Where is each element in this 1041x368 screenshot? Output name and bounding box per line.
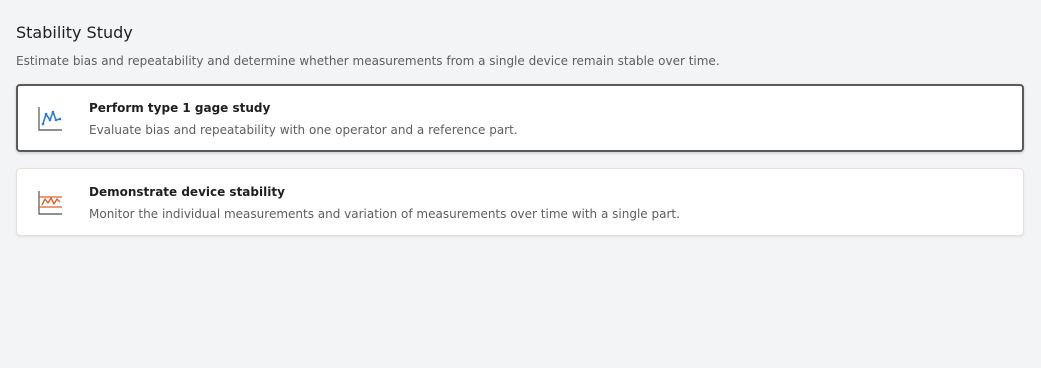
card-device-stability[interactable]: Demonstrate device stability Monitor the…: [16, 168, 1024, 236]
card-description: Evaluate bias and repeatability with one…: [89, 123, 518, 137]
card-title: Perform type 1 gage study: [89, 101, 271, 115]
control-chart-icon: [37, 190, 63, 216]
card-type1-gage-study[interactable]: Perform type 1 gage study Evaluate bias …: [16, 84, 1024, 152]
card-description: Monitor the individual measurements and …: [89, 207, 680, 221]
stability-study-page: Stability Study Estimate bias and repeat…: [0, 0, 1041, 368]
page-subtitle: Estimate bias and repeatability and dete…: [16, 54, 720, 68]
run-chart-icon: [37, 106, 63, 132]
page-title: Stability Study: [16, 23, 133, 42]
card-title: Demonstrate device stability: [89, 185, 285, 199]
card-text: Perform type 1 gage study Evaluate bias …: [89, 100, 518, 138]
card-text: Demonstrate device stability Monitor the…: [89, 184, 680, 222]
